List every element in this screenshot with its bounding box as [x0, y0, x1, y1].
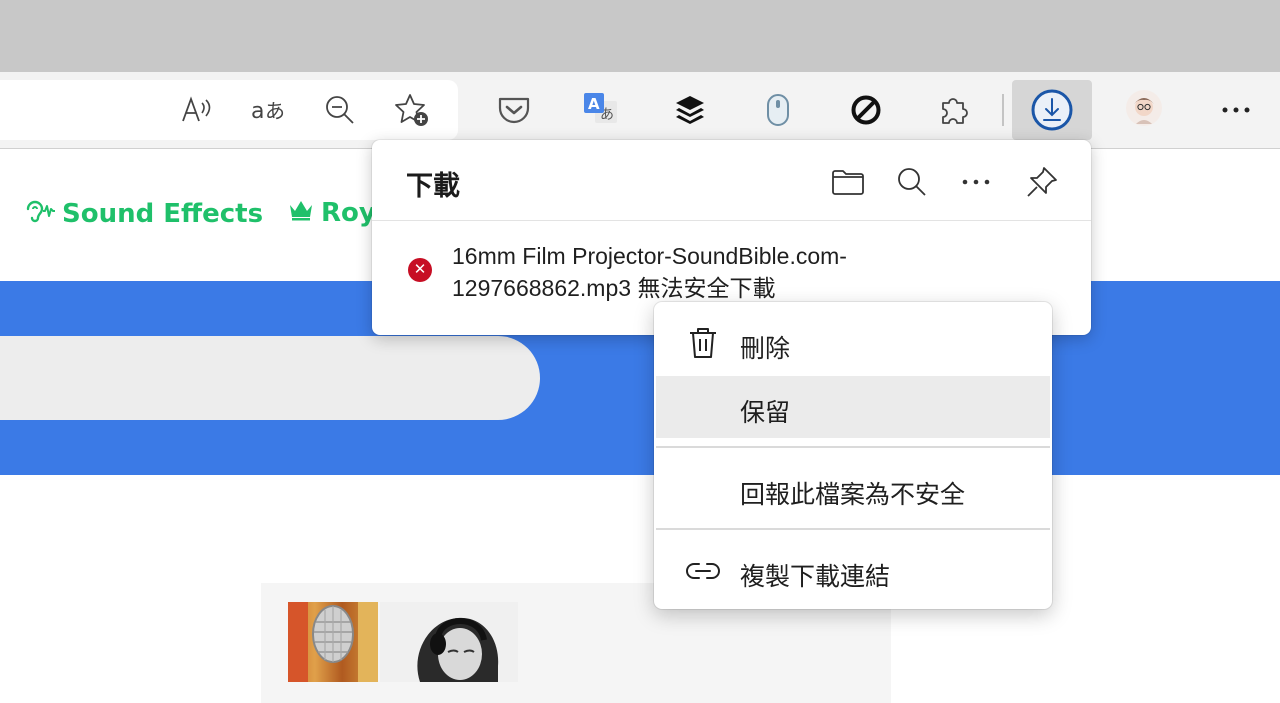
nav-item-royalty[interactable]: Roy: [287, 197, 376, 228]
menu-item-delete[interactable]: 刪除: [656, 312, 1050, 374]
nav-item-label: Sound Effects: [62, 198, 264, 229]
ear-icon: [24, 197, 56, 230]
add-favorite-icon[interactable]: [390, 88, 434, 132]
header-divider: [372, 220, 1091, 221]
site-search-input[interactable]: [0, 336, 540, 420]
buffer-icon[interactable]: [668, 88, 712, 132]
pin-icon[interactable]: [1020, 160, 1064, 204]
more-icon[interactable]: [1214, 88, 1258, 132]
error-icon: ✕: [408, 258, 432, 282]
menu-item-label: 刪除: [740, 335, 791, 363]
pocket-icon[interactable]: [492, 88, 536, 132]
menu-item-keep[interactable]: 保留: [656, 376, 1050, 438]
svg-text:あ: あ: [265, 99, 285, 123]
search-icon[interactable]: [890, 160, 934, 204]
mouse-icon[interactable]: [756, 88, 800, 132]
folder-icon[interactable]: [826, 160, 870, 204]
translate-text-icon[interactable]: aあ: [247, 88, 291, 132]
trash-icon: [684, 324, 722, 362]
downloads-button[interactable]: [1012, 80, 1092, 140]
download-context-menu: 刪除 保留 回報此檔案為不安全 複製下載連結: [654, 302, 1052, 609]
nav-item-sound-effects[interactable]: Sound Effects: [24, 197, 263, 230]
menu-item-label: 保留: [740, 399, 791, 427]
menu-divider: [656, 446, 1050, 448]
menu-item-report-unsafe[interactable]: 回報此檔案為不安全: [656, 458, 1050, 520]
headphones-thumbnail[interactable]: [380, 602, 518, 682]
downloads-title: 下載: [406, 171, 460, 201]
downloads-icon: [1030, 88, 1074, 132]
microphone-thumbnail[interactable]: [288, 602, 378, 682]
extensions-icon[interactable]: [932, 88, 976, 132]
browser-toolbar: aあ あA: [0, 72, 1280, 149]
profile-avatar[interactable]: [1122, 86, 1166, 130]
read-aloud-icon[interactable]: [175, 88, 219, 132]
toolbar-divider: [1002, 94, 1004, 126]
svg-text:a: a: [251, 99, 264, 124]
menu-item-label: 回報此檔案為不安全: [740, 481, 966, 509]
crown-icon: [287, 197, 315, 228]
link-icon: [684, 552, 722, 590]
nav-item-label: Roy: [321, 197, 376, 228]
block-icon[interactable]: [844, 88, 888, 132]
svg-text:A: A: [588, 95, 600, 113]
title-bar: [0, 0, 1280, 72]
menu-divider: [656, 528, 1050, 530]
google-translate-icon[interactable]: あA: [578, 86, 622, 130]
zoom-out-icon[interactable]: [318, 88, 362, 132]
menu-item-label: 複製下載連結: [740, 563, 891, 591]
menu-item-copy-link[interactable]: 複製下載連結: [656, 540, 1050, 602]
more-icon[interactable]: [954, 160, 998, 204]
download-item-text[interactable]: 16mm Film Projector-SoundBible.com-12976…: [452, 240, 1012, 304]
